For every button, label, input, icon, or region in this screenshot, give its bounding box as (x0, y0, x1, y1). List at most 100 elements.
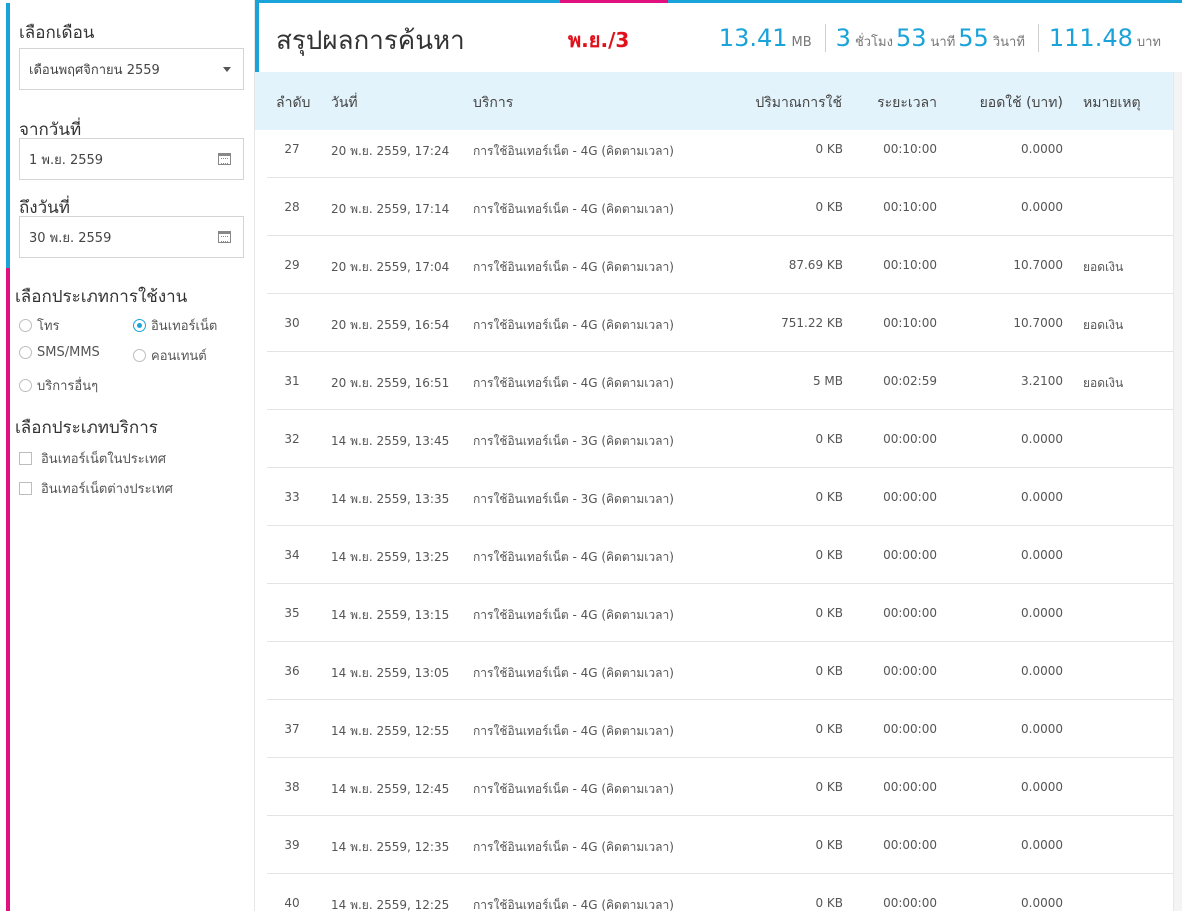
checkbox-icon (19, 452, 32, 465)
radio-sms-mms[interactable]: SMS/MMS (19, 345, 100, 360)
cell-service: การใช้อินเทอร์เน็ต - 4G (คิดตามเวลา) (473, 550, 674, 564)
checkbox-domestic-internet-label: อินเทอร์เน็ตในประเทศ (41, 452, 166, 467)
cell-service: การใช้อินเทอร์เน็ต - 4G (คิดตามเวลา) (473, 666, 674, 680)
cell-date: 14 พ.ย. 2559, 13:25 (331, 550, 450, 564)
cell-cost: 0.0000 (1021, 896, 1063, 910)
radio-sms-mms-label: SMS/MMS (37, 345, 100, 360)
month-select-value: เดือนพฤศจิกายน 2559 (29, 62, 160, 78)
table-scrollbar[interactable] (1173, 72, 1182, 911)
cell-service: การใช้อินเทอร์เน็ต - 4G (คิดตามเวลา) (473, 898, 674, 911)
cell-no: 36 (284, 664, 300, 678)
radio-content-label: คอนเทนต์ (151, 349, 207, 364)
radio-internet-label: อินเทอร์เน็ต (151, 319, 218, 334)
to-date-value: 30 พ.ย. 2559 (29, 230, 112, 246)
cell-no: 32 (284, 432, 300, 446)
table-row: 34 14 พ.ย. 2559, 13:25 การใช้อินเทอร์เน็ต … (267, 526, 1173, 584)
checkbox-international-internet[interactable]: อินเทอร์เน็ตต่างประเทศ (19, 478, 173, 499)
cell-cost: 0.0000 (1021, 142, 1063, 156)
cell-no: 34 (284, 548, 300, 562)
calendar-icon[interactable] (218, 231, 231, 243)
radio-content[interactable]: คอนเทนต์ (133, 345, 207, 366)
table-row: 33 14 พ.ย. 2559, 13:35 การใช้อินเทอร์เน็ต … (267, 468, 1173, 526)
month-select[interactable]: เดือนพฤศจิกายน 2559 (19, 48, 244, 90)
cell-cost: 0.0000 (1021, 722, 1063, 736)
cell-no: 39 (284, 838, 300, 852)
caret-down-icon (223, 67, 231, 72)
usage-summary: 13.41 MB 3 ชั่วโมง 53 นาที 55 วินาที 111… (709, 22, 1174, 54)
checkbox-domestic-internet[interactable]: อินเทอร์เน็ตในประเทศ (19, 448, 166, 469)
cell-no: 31 (284, 374, 300, 388)
summary-data-unit: MB (791, 35, 812, 50)
cell-service: การใช้อินเทอร์เน็ต - 4G (คิดตามเวลา) (473, 608, 674, 622)
cell-service: การใช้อินเทอร์เน็ต - 4G (คิดตามเวลา) (473, 260, 674, 274)
cell-date: 20 พ.ย. 2559, 17:24 (331, 144, 450, 158)
cell-service: การใช้อินเทอร์เน็ต - 3G (คิดตามเวลา) (473, 434, 674, 448)
table-row: 36 14 พ.ย. 2559, 13:05 การใช้อินเทอร์เน็ต … (267, 642, 1173, 700)
cell-no: 35 (284, 606, 300, 620)
table-row: 31 20 พ.ย. 2559, 16:51 การใช้อินเทอร์เน็ต … (267, 352, 1173, 410)
cell-cost: 0.0000 (1021, 200, 1063, 214)
radio-other-services[interactable]: บริการอื่นๆ (19, 375, 98, 396)
page-title: สรุปผลการค้นหา (276, 26, 465, 56)
cell-date: 14 พ.ย. 2559, 12:35 (331, 840, 450, 854)
cell-service: การใช้อินเทอร์เน็ต - 4G (คิดตามเวลา) (473, 782, 674, 796)
table-row: 27 20 พ.ย. 2559, 17:24 การใช้อินเทอร์เน็ต … (267, 130, 1173, 178)
cell-cost: 0.0000 (1021, 432, 1063, 446)
cell-cost: 10.7000 (1013, 316, 1063, 330)
table-row: 38 14 พ.ย. 2559, 12:45 การใช้อินเทอร์เน็ต … (267, 758, 1173, 816)
cell-amount: 0 KB (815, 490, 843, 504)
table-row: 40 14 พ.ย. 2559, 12:25 การใช้อินเทอร์เน็ต … (267, 874, 1173, 911)
table-row: 29 20 พ.ย. 2559, 17:04 การใช้อินเทอร์เน็ต … (267, 236, 1173, 294)
radio-call[interactable]: โทร (19, 315, 60, 336)
cell-duration: 00:00:00 (883, 838, 937, 852)
cell-cost: 0.0000 (1021, 838, 1063, 852)
cell-date: 14 พ.ย. 2559, 13:45 (331, 434, 450, 448)
radio-internet[interactable]: อินเทอร์เน็ต (133, 315, 217, 336)
cell-duration: 00:00:00 (883, 722, 937, 736)
col-header-amount: ปริมาณการใช้ (755, 95, 842, 111)
summary-cost-value: 111.48 (1048, 24, 1133, 52)
col-header-date: วันที่ (331, 95, 358, 111)
radio-call-label: โทร (37, 319, 60, 334)
calendar-icon[interactable] (218, 153, 231, 165)
cell-duration: 00:00:00 (883, 490, 937, 504)
col-header-no: ลำดับ (276, 95, 311, 111)
from-date-field[interactable]: 1 พ.ย. 2559 (19, 138, 244, 180)
cell-amount: 0 KB (815, 142, 843, 156)
cell-no: 37 (284, 722, 300, 736)
cell-amount: 0 KB (815, 896, 843, 910)
cell-duration: 00:00:00 (883, 548, 937, 562)
cell-service: การใช้อินเทอร์เน็ต - 4G (คิดตามเวลา) (473, 202, 674, 216)
cell-no: 28 (284, 200, 300, 214)
table-row: 30 20 พ.ย. 2559, 16:54 การใช้อินเทอร์เน็ต … (267, 294, 1173, 352)
cell-date: 20 พ.ย. 2559, 16:51 (331, 376, 450, 390)
table-row: 35 14 พ.ย. 2559, 13:15 การใช้อินเทอร์เน็ต … (267, 584, 1173, 642)
cell-service: การใช้อินเทอร์เน็ต - 4G (คิดตามเวลา) (473, 840, 674, 854)
usage-type-label: เลือกประเภทการใช้งาน (15, 287, 188, 307)
summary-data: 13.41 MB (709, 24, 825, 52)
summary-duration: 3 ชั่วโมง 53 นาที 55 วินาที (824, 24, 1038, 52)
cell-amount: 0 KB (815, 838, 843, 852)
cell-no: 33 (284, 490, 300, 504)
cell-amount: 0 KB (815, 548, 843, 562)
cell-cost: 10.7000 (1013, 258, 1063, 272)
cell-amount: 0 KB (815, 780, 843, 794)
cell-duration: 00:10:00 (883, 258, 937, 272)
cell-service: การใช้อินเทอร์เน็ต - 3G (คิดตามเวลา) (473, 492, 674, 506)
cell-cost: 0.0000 (1021, 548, 1063, 562)
summary-minutes-value: 53 (895, 24, 927, 52)
radio-icon (19, 319, 32, 332)
summary-hours-value: 3 (835, 24, 851, 52)
cell-amount: 0 KB (815, 722, 843, 736)
summary-minutes-unit: นาที (930, 35, 956, 50)
cell-duration: 00:00:00 (883, 896, 937, 910)
summary-cost-unit: บาท (1136, 35, 1161, 50)
cell-service: การใช้อินเทอร์เน็ต - 4G (คิดตามเวลา) (473, 376, 674, 390)
radio-icon (19, 379, 32, 392)
cell-duration: 00:00:00 (883, 432, 937, 446)
to-date-field[interactable]: 30 พ.ย. 2559 (19, 216, 244, 258)
cell-duration: 00:10:00 (883, 142, 937, 156)
cell-date: 20 พ.ย. 2559, 17:04 (331, 260, 450, 274)
cell-amount: 751.22 KB (781, 316, 843, 330)
table-row: 28 20 พ.ย. 2559, 17:14 การใช้อินเทอร์เน็ต … (267, 178, 1173, 236)
